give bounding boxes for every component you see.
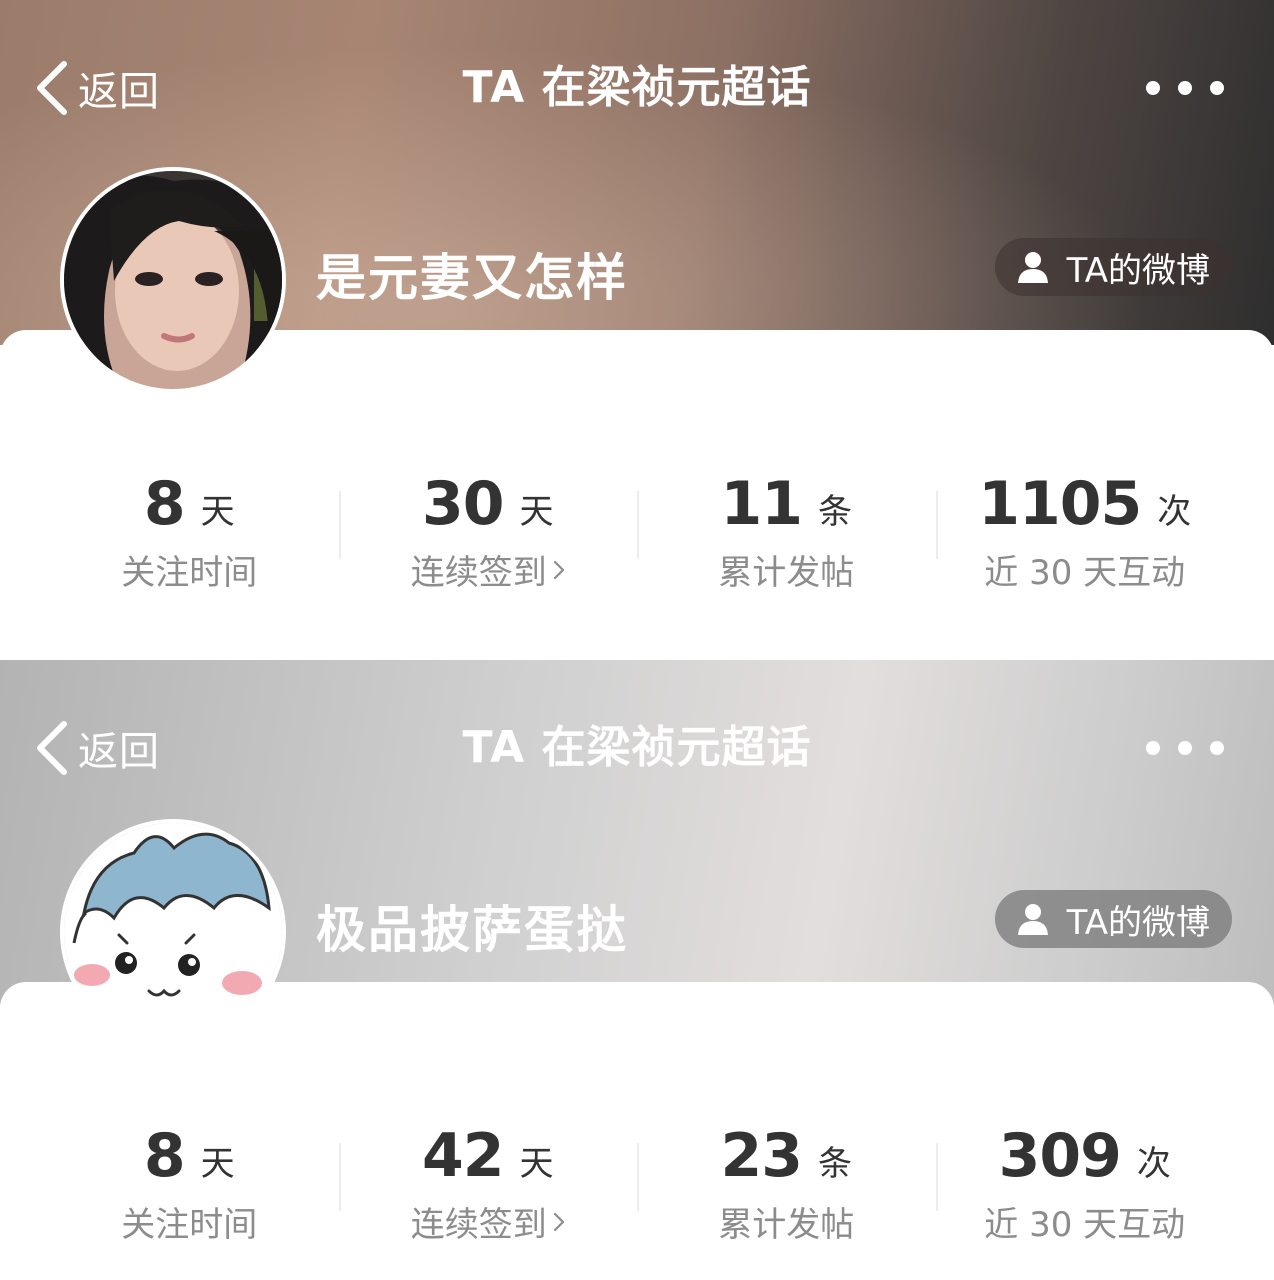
- stat-value: 8: [143, 1121, 186, 1191]
- page-title: TA 在梁祯元超话: [462, 722, 812, 773]
- profile-panel-2: 返回 TA 在梁祯元超话 极品披萨蛋挞 TA的微博 8 天 关注时间 42 天 …: [0, 660, 1274, 1280]
- stat-follow-time: 8 天 关注时间: [40, 1117, 339, 1257]
- stat-value: 42: [422, 1121, 504, 1191]
- stat-label: 累计发帖: [718, 553, 855, 593]
- stat-unit: 天: [519, 1144, 554, 1184]
- stat-checkin-streak[interactable]: 30 天 连续签到: [338, 465, 638, 605]
- stat-value: 30: [422, 469, 504, 539]
- profile-panel-1: 返回 TA 在梁祯元超话 是元妻又怎样 TA的微博 8 天 关注时间 30 天 …: [0, 0, 1274, 660]
- ta-weibo-button[interactable]: TA的微博: [994, 890, 1232, 948]
- nav-bar: 返回 TA 在梁祯元超话: [0, 712, 1274, 784]
- stat-interactions: 1105 次 近 30 天互动: [935, 465, 1235, 605]
- username: 极品披萨蛋挞: [316, 901, 628, 959]
- user-icon: [1017, 252, 1048, 283]
- more-icon[interactable]: [1146, 736, 1224, 760]
- stats-row: 8 天 关注时间 42 天 连续签到 23 条 累计发帖 309 次 近 30 …: [40, 1117, 1234, 1257]
- stat-label: 连续签到: [410, 1205, 547, 1245]
- user-icon: [1017, 904, 1048, 935]
- stat-value: 11: [720, 469, 803, 539]
- stat-unit: 次: [1136, 1144, 1171, 1184]
- stat-label: 近 30 天互动: [984, 1205, 1186, 1245]
- stat-label: 关注时间: [121, 553, 258, 593]
- stat-label: 连续签到: [410, 553, 547, 593]
- stat-total-posts: 11 条 累计发帖: [637, 465, 936, 605]
- stat-value: 309: [998, 1121, 1122, 1191]
- avatar[interactable]: [60, 819, 286, 1045]
- cartoon-avatar: [64, 823, 282, 1041]
- user-avatar-photo: [64, 171, 282, 389]
- weibo-button-label: TA的微博: [1066, 250, 1210, 291]
- avatar[interactable]: [60, 167, 286, 393]
- stat-label: 累计发帖: [718, 1205, 855, 1245]
- stat-label: 关注时间: [121, 1205, 258, 1245]
- stat-label: 近 30 天互动: [984, 553, 1186, 593]
- stat-interactions: 309 次 近 30 天互动: [935, 1117, 1235, 1257]
- stat-unit: 条: [818, 492, 852, 532]
- stat-follow-time: 8 天 关注时间: [40, 465, 339, 605]
- chevron-right-icon: [553, 560, 564, 579]
- more-icon[interactable]: [1146, 76, 1224, 100]
- stats-row: 8 天 关注时间 30 天 连续签到 11 条 累计发帖 1105 次 近 30…: [40, 465, 1234, 605]
- stat-value: 8: [143, 469, 186, 539]
- stat-unit: 天: [200, 1144, 235, 1184]
- stat-value: 23: [720, 1121, 803, 1191]
- chevron-right-icon: [553, 1212, 564, 1231]
- stat-unit: 天: [519, 492, 554, 532]
- stat-unit: 条: [818, 1144, 852, 1184]
- weibo-button-label: TA的微博: [1066, 902, 1210, 943]
- stat-total-posts: 23 条 累计发帖: [637, 1117, 936, 1257]
- username: 是元妻又怎样: [316, 249, 628, 307]
- stat-value: 1105: [978, 469, 1142, 539]
- page-title: TA 在梁祯元超话: [462, 62, 812, 113]
- stat-checkin-streak[interactable]: 42 天 连续签到: [338, 1117, 638, 1257]
- stat-unit: 次: [1157, 492, 1192, 532]
- nav-bar: 返回 TA 在梁祯元超话: [0, 52, 1274, 124]
- stat-unit: 天: [200, 492, 235, 532]
- ta-weibo-button[interactable]: TA的微博: [994, 238, 1232, 296]
